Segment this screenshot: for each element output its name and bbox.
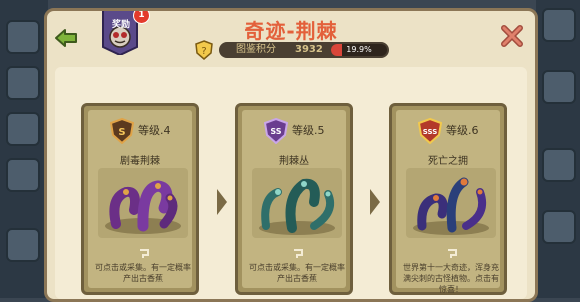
- hud-right: [536, 0, 580, 298]
- card-description: 世界第十一大奇迹，浑身充满尖刺的古怪植物。点击有惊喜！: [403, 263, 499, 294]
- score-progress: 19.9%: [331, 44, 387, 56]
- rune-icon: [448, 249, 457, 258]
- card-name: 死亡之拥: [428, 156, 468, 167]
- card-name: 剧毒荆棘: [120, 156, 160, 167]
- card-area: S 等级.4 剧毒荆棘 可点击或采集。有一定概率产出古香蕉 SS 等级.5 荆棘…: [55, 67, 527, 299]
- hud-left: [0, 0, 48, 298]
- hud-button[interactable]: [6, 112, 40, 146]
- score-value: 3932: [295, 44, 323, 55]
- score-shield-icon: ?: [195, 40, 213, 60]
- hud-button[interactable]: [542, 8, 576, 42]
- svg-text:?: ?: [201, 46, 206, 57]
- close-x-icon[interactable]: [499, 23, 525, 49]
- plant-card[interactable]: SS 等级.5 荆棘丛 可点击或采集。有一定概率产出古香蕉: [235, 103, 353, 295]
- card-description: 可点击或采集。有一定概率产出古香蕉: [95, 263, 191, 283]
- card-inner: S 等级.4 剧毒荆棘 可点击或采集。有一定概率产出古香蕉: [88, 110, 192, 288]
- plant-card[interactable]: S 等级.4 剧毒荆棘 可点击或采集。有一定概率产出古香蕉: [81, 103, 199, 295]
- hud-button[interactable]: [6, 158, 40, 192]
- hud-button[interactable]: [542, 70, 576, 104]
- plant-image: [406, 168, 496, 238]
- svg-text:S: S: [118, 127, 125, 138]
- rune-icon: [140, 249, 149, 258]
- score-bar: ? 图鉴积分 3932 19.9%: [195, 40, 391, 60]
- card-inner: SSS 等级.6 死亡之拥 世界第十一大奇迹，浑身充满尖刺的古怪植物。点击有惊喜…: [396, 110, 500, 294]
- wonder-panel: 奖励 1 奇迹-荆棘 ? 图鉴积分 3932 19.9% S 等级.4 剧毒荆棘…: [44, 8, 538, 302]
- rank-sss-icon: SSS: [418, 118, 442, 144]
- hud-button[interactable]: [542, 148, 576, 182]
- card-name: 荆棘丛: [279, 156, 309, 167]
- card-level: 等级.4: [138, 124, 171, 137]
- card-inner: SS 等级.5 荆棘丛 可点击或采集。有一定概率产出古香蕉: [242, 110, 346, 288]
- chevron-right-icon: [217, 189, 227, 215]
- svg-text:SSS: SSS: [423, 128, 438, 136]
- score-progress-text: 19.9%: [346, 45, 372, 54]
- rank-s-icon: S: [110, 118, 134, 144]
- plant-image: [98, 168, 188, 238]
- rank-ss-icon: SS: [264, 118, 288, 144]
- hud-button[interactable]: [6, 20, 40, 54]
- card-level: 等级.5: [292, 124, 325, 137]
- rune-icon: [294, 249, 303, 258]
- plant-image: [252, 168, 342, 238]
- hud-button[interactable]: [6, 228, 40, 262]
- hud-button[interactable]: [6, 66, 40, 100]
- card-level: 等级.6: [446, 124, 479, 137]
- card-description: 可点击或采集。有一定概率产出古香蕉: [249, 263, 345, 283]
- hud-button[interactable]: [542, 210, 576, 244]
- page-title: 奇迹-荆棘: [244, 19, 338, 43]
- plant-card[interactable]: SSS 等级.6 死亡之拥 世界第十一大奇迹，浑身充满尖刺的古怪植物。点击有惊喜…: [389, 103, 507, 295]
- score-label: 图鉴积分: [236, 44, 276, 55]
- chevron-right-icon: [370, 189, 380, 215]
- svg-text:SS: SS: [270, 127, 281, 136]
